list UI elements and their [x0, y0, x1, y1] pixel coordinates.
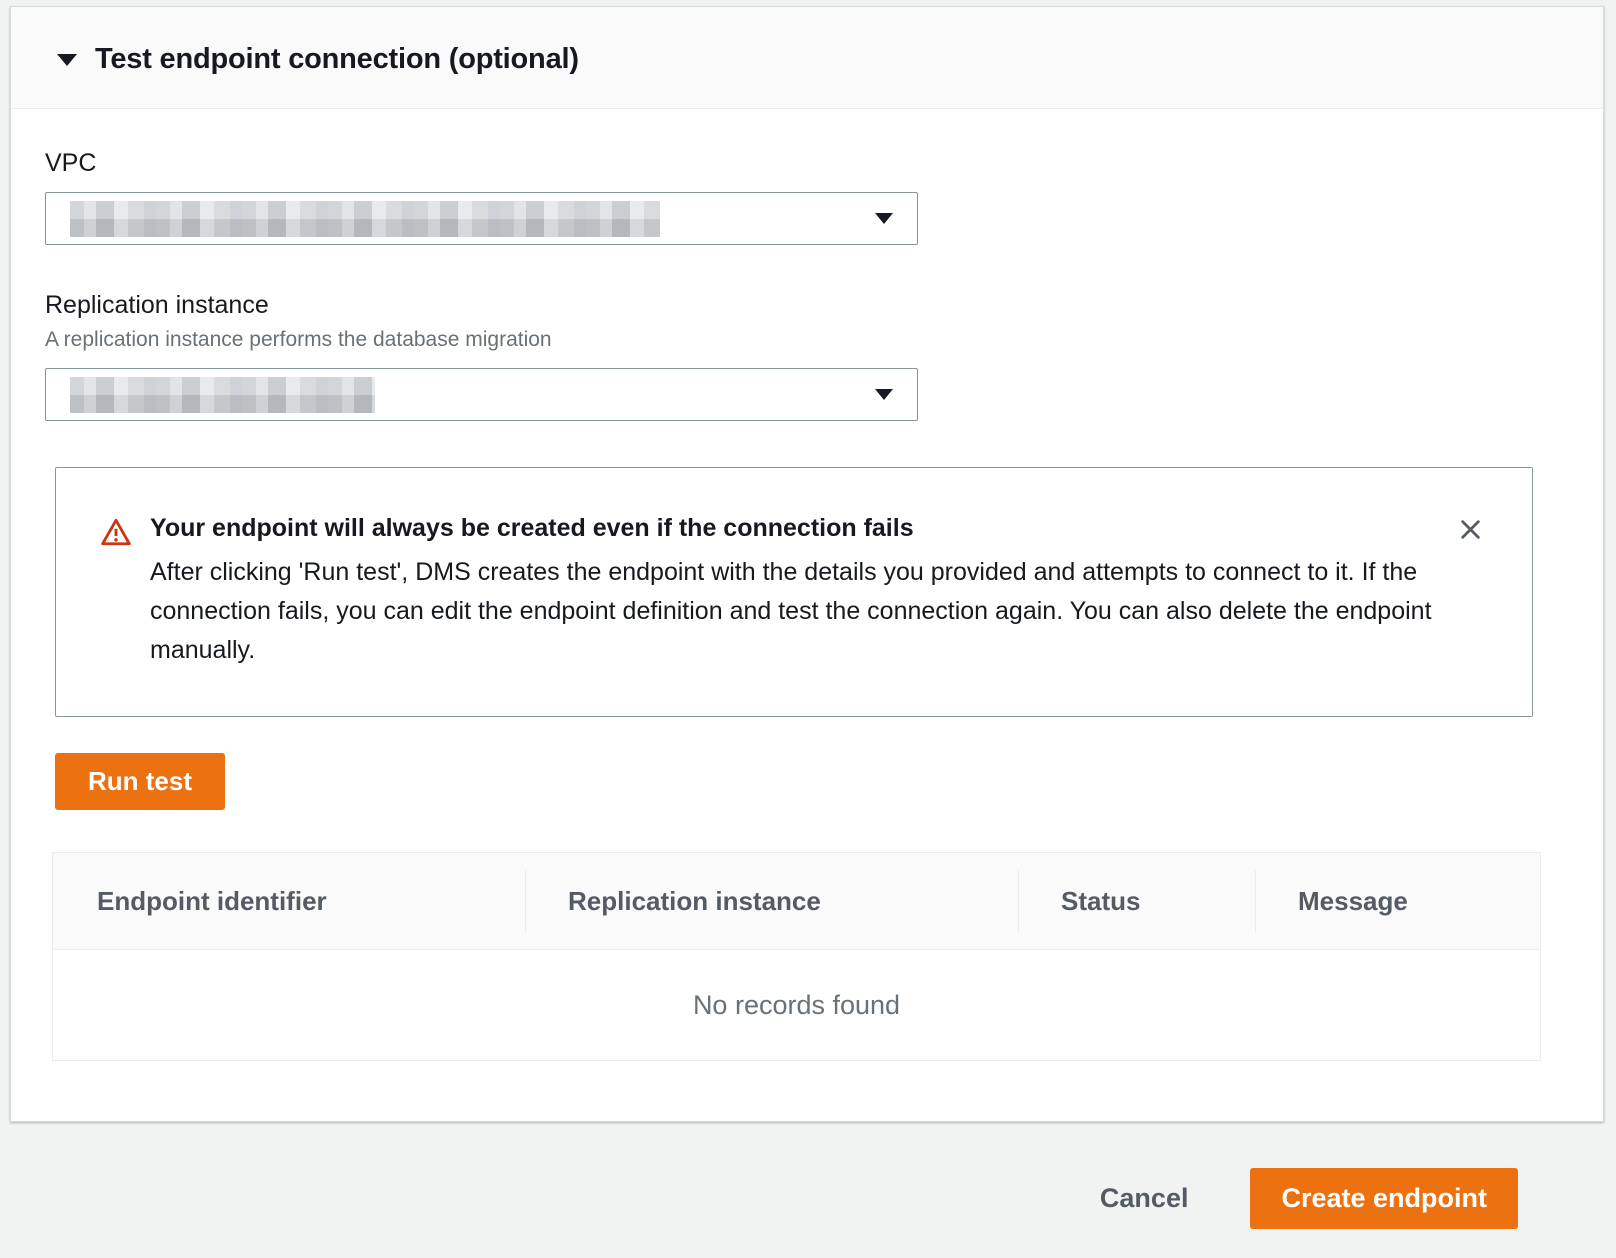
connection-results-table: Endpoint identifier Replication instance… [52, 852, 1541, 1061]
replication-instance-description: A replication instance performs the data… [45, 328, 1525, 352]
warning-text-block: Your endpoint will always be created eve… [150, 514, 1450, 670]
warning-banner: Your endpoint will always be created eve… [55, 467, 1533, 717]
warning-body: After clicking 'Run test', DMS creates t… [150, 553, 1450, 670]
column-header-endpoint-identifier: Endpoint identifier [53, 870, 525, 932]
column-header-message: Message [1255, 870, 1540, 932]
chevron-down-icon [875, 389, 893, 400]
chevron-down-icon [875, 213, 893, 224]
wizard-footer: Cancel Create endpoint [0, 1122, 1616, 1229]
create-endpoint-button[interactable]: Create endpoint [1250, 1168, 1518, 1229]
replication-instance-field: Replication instance A replication insta… [45, 291, 1525, 421]
test-endpoint-connection-panel: Test endpoint connection (optional) VPC … [10, 6, 1604, 1122]
cancel-button[interactable]: Cancel [1100, 1183, 1189, 1214]
vpc-redacted-value [70, 201, 660, 237]
replication-instance-label: Replication instance [45, 291, 1525, 320]
panel-content: VPC Replication instance A replication i… [11, 109, 1603, 1121]
vpc-field: VPC [45, 149, 1525, 245]
vpc-select[interactable] [45, 192, 918, 245]
replication-instance-select[interactable] [45, 368, 918, 421]
warning-triangle-icon [100, 516, 132, 553]
warning-title: Your endpoint will always be created eve… [150, 514, 1450, 543]
column-header-replication-instance: Replication instance [525, 870, 1018, 932]
caret-down-icon [57, 54, 77, 66]
vpc-label: VPC [45, 149, 1525, 178]
close-icon[interactable] [1453, 512, 1488, 547]
replication-instance-redacted-value [70, 377, 375, 413]
panel-title: Test endpoint connection (optional) [95, 43, 579, 76]
table-empty-state: No records found [53, 950, 1540, 1060]
table-header-row: Endpoint identifier Replication instance… [53, 853, 1540, 950]
panel-header-toggle[interactable]: Test endpoint connection (optional) [11, 7, 1603, 109]
column-header-status: Status [1018, 870, 1255, 932]
run-test-button[interactable]: Run test [55, 753, 225, 810]
